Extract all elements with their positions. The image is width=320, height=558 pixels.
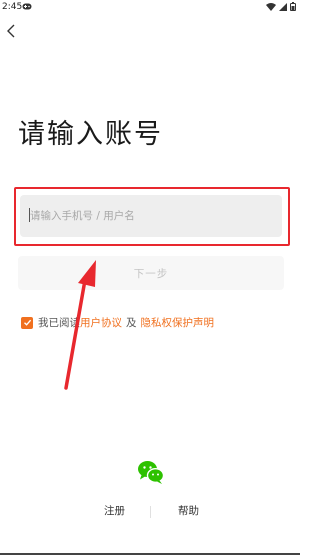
signal-icon <box>279 2 287 11</box>
privacy-statement-link[interactable]: 隐私权保护声明 <box>141 315 215 330</box>
status-bar: 2:45 <box>0 0 300 16</box>
agreement-prefix: 我已阅读 <box>38 317 80 329</box>
next-button[interactable]: 下一步 <box>18 256 284 290</box>
agreement-conjunction: 及 <box>126 317 137 329</box>
chevron-left-icon <box>7 24 15 38</box>
account-input-container[interactable] <box>20 195 282 237</box>
account-input[interactable] <box>30 195 274 237</box>
register-link[interactable]: 注册 <box>104 503 125 518</box>
wechat-icon <box>138 461 165 484</box>
checkmark-icon <box>23 319 31 326</box>
home-indicator <box>0 553 300 555</box>
back-button[interactable] <box>2 20 20 42</box>
help-link[interactable]: 帮助 <box>178 503 199 518</box>
gamepad-icon <box>22 3 32 13</box>
wifi-icon <box>266 2 276 11</box>
battery-icon <box>290 2 296 11</box>
user-agreement-link[interactable]: 用户协议 <box>80 315 122 330</box>
page-title: 请输入账号 <box>18 119 163 150</box>
status-icons <box>266 2 296 11</box>
agree-checkbox[interactable] <box>21 316 33 329</box>
status-time: 2:45 <box>2 2 23 12</box>
bottom-divider <box>150 506 151 518</box>
agreement-row: 我已阅读 用户协议 及 隐私权保护声明 <box>21 315 214 330</box>
wechat-login-button[interactable] <box>137 459 165 485</box>
bottom-links: 注册 帮助 <box>0 503 300 519</box>
